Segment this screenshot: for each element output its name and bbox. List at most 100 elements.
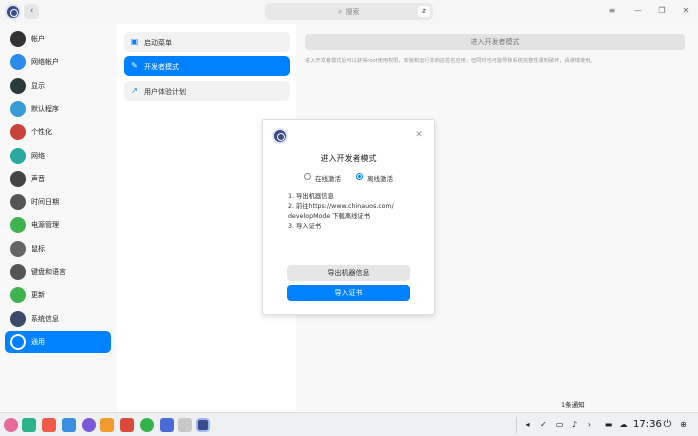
sidebar-item-mouse[interactable]: 鼠标	[5, 238, 111, 260]
sidebar-item-label: 时间日期	[31, 198, 59, 207]
submenu-item-1[interactable]: ✎ 开发者模式	[124, 56, 290, 76]
sidebar-item-general[interactable]: 通用	[5, 330, 111, 353]
developer-mode-icon: ✎	[131, 61, 138, 70]
taskbar: ◂ ✓ ▭ ♪ › ▬ ☁ 17:36 ⏻ ⊕	[0, 412, 698, 436]
account-icon	[10, 31, 26, 47]
menu-button[interactable]: ≡	[606, 5, 618, 17]
update-icon	[10, 287, 26, 304]
developer-mode-note: 进入开发者模式后可以获得root使用权限，安装和运行非商店签名应用，但同时也可能…	[305, 58, 596, 64]
sidebar-item-label: 通用	[31, 337, 45, 346]
tray-expand-icon[interactable]: ›	[584, 419, 595, 430]
app-grid-icon[interactable]	[42, 418, 56, 432]
sidebar-item-system-info[interactable]: 系统信息	[5, 308, 111, 330]
back-button[interactable]: ‹	[24, 4, 39, 19]
sidebar-item-network[interactable]: 网络	[5, 145, 111, 167]
offline-activation-label: 离线激活	[367, 175, 393, 183]
developer-mode-dialog: ✕ 进入开发者模式 在线激活 离线激活 1. 导出机器信息 2. 前往https…	[262, 119, 435, 315]
sidebar-item-display[interactable]: 显示	[5, 75, 111, 97]
sidebar-item-sound[interactable]: 声音	[5, 168, 111, 190]
calendar-icon[interactable]	[178, 418, 192, 432]
display-icon	[10, 77, 26, 94]
search-placeholder: 搜索	[345, 8, 360, 16]
voice-search-icon[interactable]: ⇵	[418, 6, 430, 17]
sidebar-item-update[interactable]: 更新	[5, 284, 111, 306]
export-machine-info-button[interactable]: 导出机器信息	[287, 265, 410, 281]
cloud-icon	[10, 54, 26, 71]
submenu-item-2[interactable]: ↗ 用户体验计划	[124, 81, 290, 101]
launcher-icon[interactable]	[4, 418, 18, 432]
sidebar-item-clock[interactable]: 时间日期	[5, 191, 111, 213]
activation-steps: 1. 导出机器信息 2. 前往https://www.chinauos.com/…	[288, 192, 423, 232]
step-line: 3. 导入证书	[288, 223, 322, 230]
clock[interactable]: 17:36	[633, 419, 662, 430]
sidebar-item-label: 键盘和语言	[31, 268, 66, 276]
sidebar-item-label: 鼠标	[31, 244, 45, 253]
sidebar-item-account[interactable]: 帐户	[5, 28, 111, 50]
keyboard-icon	[10, 264, 26, 280]
dialog-title: 进入开发者模式	[320, 154, 377, 163]
submenu-item-label: 开发者模式	[144, 63, 179, 71]
step-line: 1. 导出机器信息	[288, 193, 334, 200]
step-line: developMode 下载离线证书	[288, 213, 371, 220]
chat-icon[interactable]	[140, 418, 154, 432]
multitask-view-icon[interactable]	[22, 418, 36, 432]
default-apps-icon	[10, 100, 26, 117]
network-icon	[10, 147, 26, 164]
power-button-icon[interactable]: ⏻	[662, 419, 673, 430]
battery-icon[interactable]: ▭	[554, 419, 565, 430]
notification-count[interactable]: 1条通知	[561, 399, 585, 409]
keyboard-layout-icon[interactable]: ▬	[603, 419, 614, 430]
step-line: 2. 前往https://www.chinauos.com/	[288, 203, 394, 210]
sidebar-item-keyboard[interactable]: 键盘和语言	[5, 261, 111, 283]
tray-separator	[516, 417, 517, 433]
search-input[interactable]: ⌕ 搜索 ⇵	[265, 3, 433, 20]
sidebar-item-cloud[interactable]: 网络帐户	[5, 51, 111, 73]
mouse-icon	[10, 240, 26, 257]
online-activation-label: 在线激活	[315, 175, 341, 183]
show-desktop-icon[interactable]: ⊕	[678, 419, 689, 430]
volume-icon[interactable]: ◂	[522, 419, 533, 430]
music-icon[interactable]	[120, 418, 134, 432]
close-button[interactable]: ✕	[680, 5, 692, 17]
sidebar-item-label: 系统信息	[31, 314, 59, 323]
offline-activation-radio[interactable]	[356, 173, 363, 180]
sidebar-item-label: 显示	[31, 81, 45, 90]
sidebar-item-personalization[interactable]: 个性化	[5, 121, 111, 143]
title-bar: ‹ ⌕ 搜索 ⇵ ≡ — ❐ ✕	[0, 0, 698, 24]
sidebar-item-default-apps[interactable]: 默认程序	[5, 98, 111, 120]
control-center-taskbar-icon[interactable]	[196, 418, 210, 432]
settings-sidebar: 帐户网络帐户显示默认程序个性化网络 声音时间日期电源管理鼠标键盘和语言更新系统信息…	[0, 28, 117, 408]
browser-icon[interactable]	[82, 418, 96, 432]
sidebar-item-label: 个性化	[31, 128, 52, 137]
power-icon	[10, 217, 26, 234]
app-store-icon[interactable]	[100, 418, 114, 432]
personalization-icon	[10, 124, 26, 141]
network-tray-icon[interactable]: ☁	[618, 419, 629, 430]
sidebar-item-label: 网络帐户	[31, 58, 59, 67]
file-manager-icon[interactable]	[62, 418, 76, 432]
document-viewer-icon[interactable]	[160, 418, 174, 432]
search-icon: ⌕	[338, 7, 343, 16]
online-activation-radio[interactable]	[304, 173, 311, 180]
notification-bell-icon[interactable]: ♪	[569, 419, 580, 430]
submenu-item-0[interactable]: ▣ 启动菜单	[124, 32, 290, 52]
sidebar-item-label: 电源管理	[31, 221, 59, 230]
import-certificate-button[interactable]: 导入证书	[287, 285, 410, 301]
app-logo-icon	[5, 4, 21, 20]
clock-icon	[10, 194, 26, 211]
pen-icon[interactable]: ✓	[538, 419, 549, 430]
enter-developer-mode-button[interactable]: 进入开发者模式	[305, 34, 685, 50]
submenu-item-label: 用户体验计划	[144, 88, 186, 96]
system-info-icon	[10, 310, 26, 327]
sound-icon	[10, 170, 26, 187]
sidebar-item-label: 默认程序	[31, 104, 59, 113]
minimize-button[interactable]: —	[632, 5, 644, 17]
search-placeholder-area: ⌕ 搜索	[338, 6, 359, 18]
sidebar-item-label: 更新	[31, 291, 45, 300]
sidebar-item-label: 帐户	[31, 35, 45, 43]
restore-button[interactable]: ❐	[656, 5, 668, 17]
sidebar-item-power[interactable]: 电源管理	[5, 214, 111, 236]
boot-menu-icon: ▣	[130, 37, 139, 46]
dialog-close-icon[interactable]: ✕	[414, 130, 424, 140]
user-experience-icon: ↗	[131, 86, 138, 95]
